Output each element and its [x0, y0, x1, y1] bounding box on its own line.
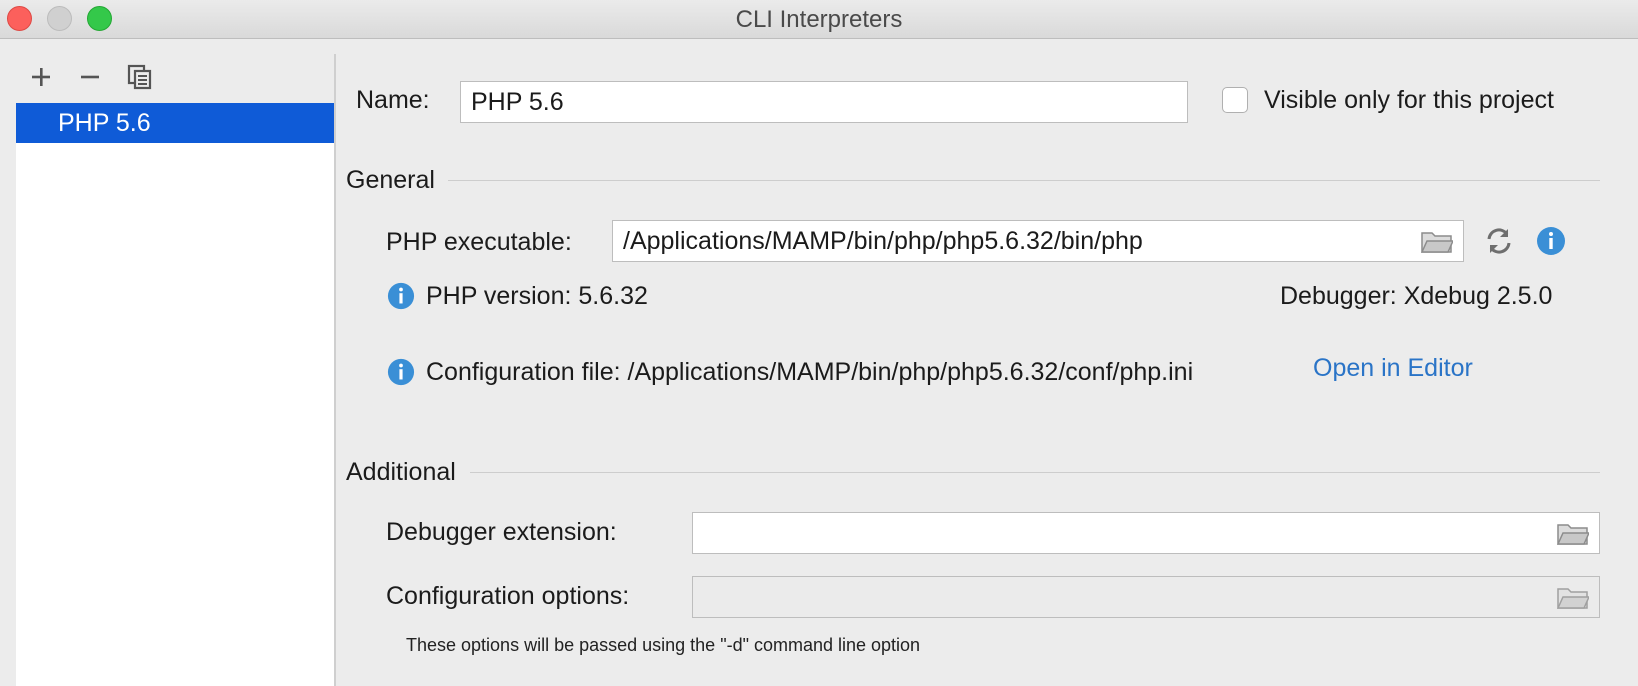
- add-interpreter-button[interactable]: [26, 62, 56, 92]
- php-version-text: PHP version: 5.6.32: [426, 282, 648, 310]
- general-separator: [448, 180, 1600, 181]
- visible-only-label[interactable]: Visible only for this project: [1264, 86, 1554, 115]
- folder-icon[interactable]: [1557, 521, 1589, 545]
- copy-interpreter-button[interactable]: [125, 62, 155, 92]
- info-icon: [387, 282, 415, 310]
- info-icon[interactable]: [1536, 226, 1566, 256]
- panel-divider[interactable]: [334, 54, 336, 686]
- info-icon: [387, 358, 415, 386]
- plus-icon: [32, 68, 50, 86]
- minus-icon: [81, 75, 99, 79]
- configuration-options-label: Configuration options:: [386, 582, 630, 610]
- additional-separator: [470, 472, 1600, 473]
- debugger-text: Debugger: Xdebug 2.5.0: [1280, 282, 1553, 310]
- php-executable-input[interactable]: /Applications/MAMP/bin/php/php5.6.32/bin…: [612, 220, 1464, 262]
- open-in-editor-link[interactable]: Open in Editor: [1313, 354, 1473, 383]
- visible-only-checkbox[interactable]: [1222, 87, 1248, 113]
- folder-icon[interactable]: [1421, 229, 1453, 253]
- window-title: CLI Interpreters: [735, 6, 903, 33]
- interpreter-list: PHP 5.6: [16, 103, 334, 686]
- list-item-php-5-6[interactable]: PHP 5.6: [16, 103, 334, 143]
- name-input[interactable]: PHP 5.6: [460, 81, 1188, 123]
- php-executable-value: /Applications/MAMP/bin/php/php5.6.32/bin…: [623, 227, 1143, 255]
- copy-icon: [127, 64, 152, 90]
- php-executable-label: PHP executable:: [386, 228, 572, 256]
- remove-interpreter-button[interactable]: [75, 62, 105, 92]
- configuration-options-input[interactable]: [692, 576, 1600, 618]
- folder-icon[interactable]: [1557, 585, 1589, 609]
- general-section-title: General: [346, 166, 435, 194]
- refresh-icon[interactable]: [1484, 226, 1514, 256]
- title-bar: CLI Interpreters: [0, 0, 1638, 39]
- configuration-options-hint: These options will be passed using the "…: [406, 635, 921, 655]
- debugger-extension-input[interactable]: [692, 512, 1600, 554]
- interpreter-list-panel: PHP 5.6: [16, 54, 334, 686]
- name-label: Name:: [356, 86, 430, 114]
- debugger-extension-label: Debugger extension:: [386, 518, 617, 546]
- additional-section-title: Additional: [346, 458, 456, 486]
- list-toolbar: [16, 54, 334, 100]
- configuration-file-text: Configuration file: /Applications/MAMP/b…: [426, 358, 1194, 386]
